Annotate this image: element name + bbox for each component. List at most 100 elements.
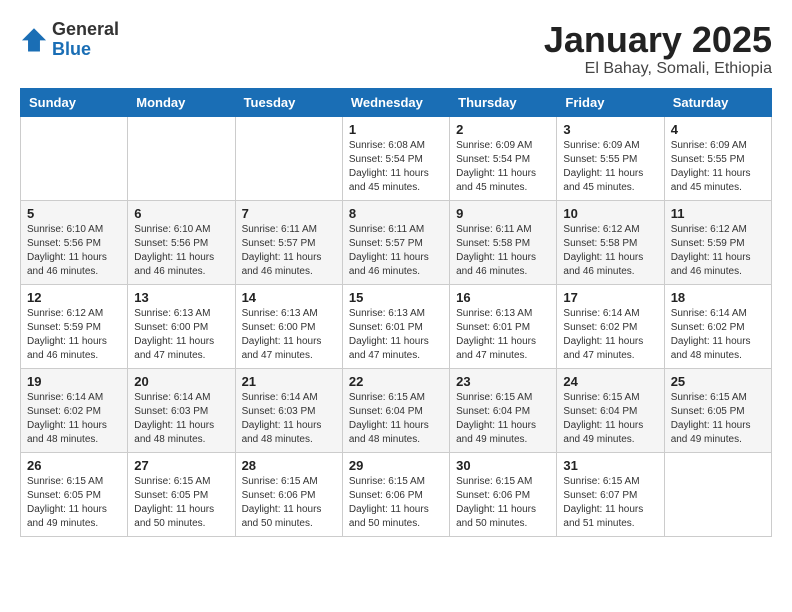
- day-info: Sunrise: 6:11 AM Sunset: 5:57 PM Dayligh…: [349, 223, 443, 279]
- day-number: 28: [242, 458, 336, 473]
- calendar-week-row: 1Sunrise: 6:08 AM Sunset: 5:54 PM Daylig…: [21, 116, 772, 200]
- day-info: Sunrise: 6:15 AM Sunset: 6:04 PM Dayligh…: [349, 391, 443, 447]
- calendar-cell: 26 Sunrise: 6:15 AM Sunset: 6:05 PM Dayli…: [21, 452, 128, 536]
- calendar-cell: 24 Sunrise: 6:15 AM Sunset: 6:04 PM Dayli…: [557, 368, 664, 452]
- calendar-cell: 22 Sunrise: 6:15 AM Sunset: 6:04 PM Dayli…: [342, 368, 449, 452]
- calendar-week-row: 26 Sunrise: 6:15 AM Sunset: 6:05 PM Dayli…: [21, 452, 772, 536]
- day-number: 22: [349, 374, 443, 389]
- calendar-cell: 20 Sunrise: 6:14 AM Sunset: 6:03 PM Dayli…: [128, 368, 235, 452]
- calendar-week-row: 12Sunrise: 6:12 AM Sunset: 5:59 PM Dayli…: [21, 284, 772, 368]
- day-number: 8: [349, 206, 443, 221]
- calendar-cell: 12Sunrise: 6:12 AM Sunset: 5:59 PM Dayli…: [21, 284, 128, 368]
- day-info: Sunrise: 6:14 AM Sunset: 6:02 PM Dayligh…: [563, 307, 657, 363]
- calendar-cell: 10Sunrise: 6:12 AM Sunset: 5:58 PM Dayli…: [557, 200, 664, 284]
- day-number: 7: [242, 206, 336, 221]
- day-info: Sunrise: 6:09 AM Sunset: 5:54 PM Dayligh…: [456, 139, 550, 195]
- day-number: 13: [134, 290, 228, 305]
- day-number: 6: [134, 206, 228, 221]
- calendar-cell: 6Sunrise: 6:10 AM Sunset: 5:56 PM Daylig…: [128, 200, 235, 284]
- day-number: 17: [563, 290, 657, 305]
- day-info: Sunrise: 6:14 AM Sunset: 6:03 PM Dayligh…: [134, 391, 228, 447]
- day-info: Sunrise: 6:13 AM Sunset: 6:00 PM Dayligh…: [242, 307, 336, 363]
- day-number: 29: [349, 458, 443, 473]
- day-number: 18: [671, 290, 765, 305]
- calendar-cell: 5 Sunrise: 6:10 AM Sunset: 5:56 PM Daylig…: [21, 200, 128, 284]
- day-info: Sunrise: 6:12 AM Sunset: 5:59 PM Dayligh…: [27, 307, 121, 363]
- day-info: Sunrise: 6:15 AM Sunset: 6:06 PM Dayligh…: [242, 475, 336, 531]
- day-number: 4: [671, 122, 765, 137]
- calendar-week-row: 5 Sunrise: 6:10 AM Sunset: 5:56 PM Daylig…: [21, 200, 772, 284]
- day-number: 24: [563, 374, 657, 389]
- day-info: Sunrise: 6:13 AM Sunset: 6:01 PM Dayligh…: [349, 307, 443, 363]
- calendar-table: SundayMondayTuesdayWednesdayThursdayFrid…: [20, 88, 772, 537]
- calendar-cell: 31Sunrise: 6:15 AM Sunset: 6:07 PM Dayli…: [557, 452, 664, 536]
- day-number: 5: [27, 206, 121, 221]
- day-info: Sunrise: 6:13 AM Sunset: 6:00 PM Dayligh…: [134, 307, 228, 363]
- day-info: Sunrise: 6:13 AM Sunset: 6:01 PM Dayligh…: [456, 307, 550, 363]
- day-info: Sunrise: 6:12 AM Sunset: 5:59 PM Dayligh…: [671, 223, 765, 279]
- day-info: Sunrise: 6:09 AM Sunset: 5:55 PM Dayligh…: [671, 139, 765, 195]
- calendar-cell: 19 Sunrise: 6:14 AM Sunset: 6:02 PM Dayli…: [21, 368, 128, 452]
- day-info: Sunrise: 6:15 AM Sunset: 6:05 PM Dayligh…: [134, 475, 228, 531]
- day-info: Sunrise: 6:14 AM Sunset: 6:03 PM Dayligh…: [242, 391, 336, 447]
- day-info: Sunrise: 6:14 AM Sunset: 6:02 PM Dayligh…: [671, 307, 765, 363]
- day-info: Sunrise: 6:11 AM Sunset: 5:57 PM Dayligh…: [242, 223, 336, 279]
- logo: General Blue: [20, 20, 119, 60]
- day-info: Sunrise: 6:15 AM Sunset: 6:06 PM Dayligh…: [456, 475, 550, 531]
- day-number: 15: [349, 290, 443, 305]
- weekday-header: Saturday: [664, 88, 771, 116]
- calendar-cell: 25Sunrise: 6:15 AM Sunset: 6:05 PM Dayli…: [664, 368, 771, 452]
- day-info: Sunrise: 6:09 AM Sunset: 5:55 PM Dayligh…: [563, 139, 657, 195]
- day-number: 3: [563, 122, 657, 137]
- weekday-header: Tuesday: [235, 88, 342, 116]
- calendar-cell: 27 Sunrise: 6:15 AM Sunset: 6:05 PM Dayli…: [128, 452, 235, 536]
- day-number: 10: [563, 206, 657, 221]
- calendar-body: 1Sunrise: 6:08 AM Sunset: 5:54 PM Daylig…: [21, 116, 772, 536]
- logo-blue-text: Blue: [52, 40, 119, 60]
- day-number: 31: [563, 458, 657, 473]
- calendar-cell: 29 Sunrise: 6:15 AM Sunset: 6:06 PM Dayli…: [342, 452, 449, 536]
- day-number: 1: [349, 122, 443, 137]
- calendar-cell: 23 Sunrise: 6:15 AM Sunset: 6:04 PM Dayli…: [450, 368, 557, 452]
- calendar-cell: 17 Sunrise: 6:14 AM Sunset: 6:02 PM Dayli…: [557, 284, 664, 368]
- day-number: 11: [671, 206, 765, 221]
- calendar-cell: 30Sunrise: 6:15 AM Sunset: 6:06 PM Dayli…: [450, 452, 557, 536]
- calendar-cell: [21, 116, 128, 200]
- day-info: Sunrise: 6:15 AM Sunset: 6:05 PM Dayligh…: [27, 475, 121, 531]
- calendar-cell: 14Sunrise: 6:13 AM Sunset: 6:00 PM Dayli…: [235, 284, 342, 368]
- day-number: 2: [456, 122, 550, 137]
- day-info: Sunrise: 6:11 AM Sunset: 5:58 PM Dayligh…: [456, 223, 550, 279]
- weekday-header: Monday: [128, 88, 235, 116]
- calendar-cell: 28 Sunrise: 6:15 AM Sunset: 6:06 PM Dayli…: [235, 452, 342, 536]
- month-title: January 2025: [544, 20, 772, 60]
- calendar-week-row: 19 Sunrise: 6:14 AM Sunset: 6:02 PM Dayli…: [21, 368, 772, 452]
- weekday-row: SundayMondayTuesdayWednesdayThursdayFrid…: [21, 88, 772, 116]
- calendar-cell: 21Sunrise: 6:14 AM Sunset: 6:03 PM Dayli…: [235, 368, 342, 452]
- day-number: 16: [456, 290, 550, 305]
- day-info: Sunrise: 6:14 AM Sunset: 6:02 PM Dayligh…: [27, 391, 121, 447]
- title-area: January 2025 El Bahay, Somali, Ethiopia: [544, 20, 772, 78]
- weekday-header: Wednesday: [342, 88, 449, 116]
- weekday-header: Sunday: [21, 88, 128, 116]
- calendar-cell: 13 Sunrise: 6:13 AM Sunset: 6:00 PM Dayli…: [128, 284, 235, 368]
- day-info: Sunrise: 6:15 AM Sunset: 6:05 PM Dayligh…: [671, 391, 765, 447]
- calendar-header: SundayMondayTuesdayWednesdayThursdayFrid…: [21, 88, 772, 116]
- calendar-cell: 7 Sunrise: 6:11 AM Sunset: 5:57 PM Daylig…: [235, 200, 342, 284]
- weekday-header: Thursday: [450, 88, 557, 116]
- calendar-cell: [235, 116, 342, 200]
- calendar-cell: 11 Sunrise: 6:12 AM Sunset: 5:59 PM Dayli…: [664, 200, 771, 284]
- day-info: Sunrise: 6:10 AM Sunset: 5:56 PM Dayligh…: [27, 223, 121, 279]
- day-info: Sunrise: 6:15 AM Sunset: 6:06 PM Dayligh…: [349, 475, 443, 531]
- day-number: 19: [27, 374, 121, 389]
- day-info: Sunrise: 6:15 AM Sunset: 6:04 PM Dayligh…: [456, 391, 550, 447]
- day-number: 27: [134, 458, 228, 473]
- day-number: 20: [134, 374, 228, 389]
- day-info: Sunrise: 6:15 AM Sunset: 6:04 PM Dayligh…: [563, 391, 657, 447]
- calendar-cell: 8 Sunrise: 6:11 AM Sunset: 5:57 PM Daylig…: [342, 200, 449, 284]
- calendar-cell: 9Sunrise: 6:11 AM Sunset: 5:58 PM Daylig…: [450, 200, 557, 284]
- calendar-cell: 2 Sunrise: 6:09 AM Sunset: 5:54 PM Daylig…: [450, 116, 557, 200]
- page-header: General Blue January 2025 El Bahay, Soma…: [20, 20, 772, 78]
- logo-general-text: General: [52, 20, 119, 40]
- day-number: 26: [27, 458, 121, 473]
- day-number: 23: [456, 374, 550, 389]
